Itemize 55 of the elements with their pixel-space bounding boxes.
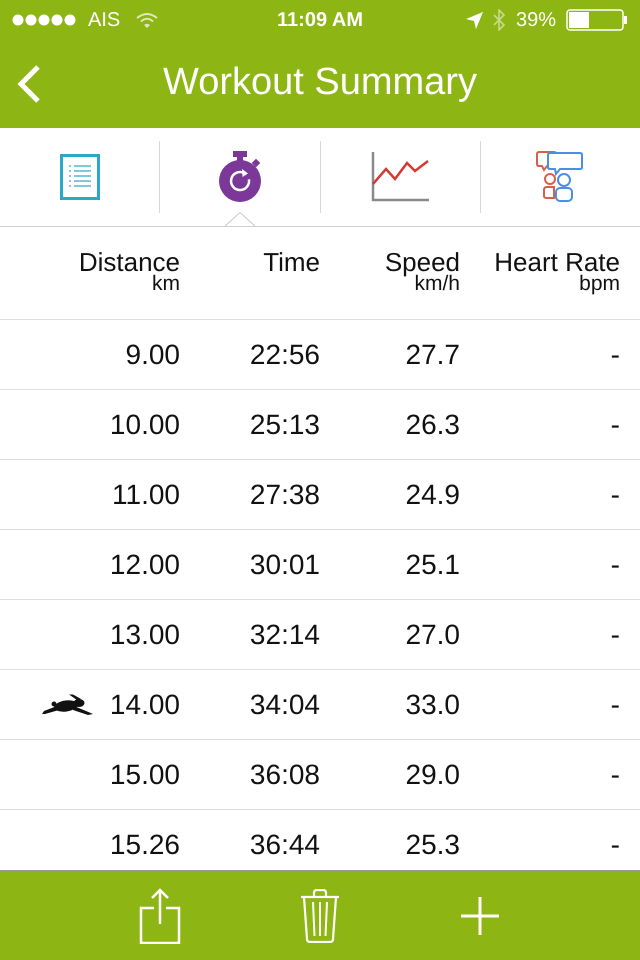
location-arrow-icon — [466, 12, 483, 28]
line-chart-icon — [371, 152, 430, 202]
table-cell: 27.0 — [406, 620, 460, 648]
table-cell: 22:56 — [250, 340, 320, 368]
table-cell: - — [610, 760, 620, 788]
status-time: 11:09 AM — [277, 10, 363, 30]
table-cell: 36:44 — [250, 830, 320, 858]
table-cell: 32:14 — [250, 620, 320, 648]
table-cell: 30:01 — [250, 550, 320, 578]
table-cell: 26.3 — [406, 410, 460, 438]
table-cell: 13.00 — [110, 620, 180, 648]
screen-title: Workout Summary — [163, 63, 477, 101]
table-cell: 34:04 — [250, 690, 320, 718]
table-cell: 15.00 — [110, 760, 180, 788]
back-icon — [16, 64, 42, 104]
list-icon — [60, 154, 100, 200]
table-cell: 15.26 — [110, 830, 180, 858]
bluetooth-icon — [492, 9, 506, 31]
signal-icon — [12, 14, 78, 26]
table-cell: - — [610, 340, 620, 368]
table-cell: 14.00 — [110, 690, 180, 718]
table-cell: - — [610, 550, 620, 578]
battery-icon — [566, 9, 628, 31]
table-cell: 36:08 — [250, 760, 320, 788]
table-cell: 25.3 — [406, 830, 460, 858]
table-cell: 33.0 — [406, 690, 460, 718]
table-cell: - — [610, 830, 620, 858]
unit-label: bpm — [579, 273, 620, 294]
table-cell: 10.00 — [110, 410, 180, 438]
table-cell: - — [610, 690, 620, 718]
table-cell: - — [610, 620, 620, 648]
trash-icon — [300, 888, 340, 942]
table-cell: 25.1 — [406, 550, 460, 578]
column-header: Distance — [78, 249, 180, 275]
table-cell: 12.00 — [110, 550, 180, 578]
table-cell: - — [610, 410, 620, 438]
plus-icon — [461, 896, 499, 934]
table-cell: 11.00 — [112, 480, 180, 508]
table-cell: 24.9 — [406, 480, 460, 508]
table-cell: 27.7 — [406, 340, 460, 368]
column-header: Heart Rate — [494, 249, 620, 275]
table-cell: 25:13 — [250, 410, 320, 438]
battery-percent: 39% — [516, 10, 556, 30]
carrier-name: AIS — [88, 10, 120, 30]
table-cell: 27:38 — [250, 480, 320, 508]
table-cell: - — [610, 480, 620, 508]
table-cell: 29.0 — [406, 760, 460, 788]
column-header: Time — [263, 249, 320, 275]
unit-label: km — [152, 273, 180, 294]
table-cell: 9.00 — [126, 340, 180, 368]
column-header: Speed — [384, 249, 460, 275]
wifi-icon — [136, 12, 158, 28]
chat-people-icon — [536, 151, 584, 203]
share-icon — [139, 888, 181, 944]
unit-label: km/h — [414, 273, 460, 294]
